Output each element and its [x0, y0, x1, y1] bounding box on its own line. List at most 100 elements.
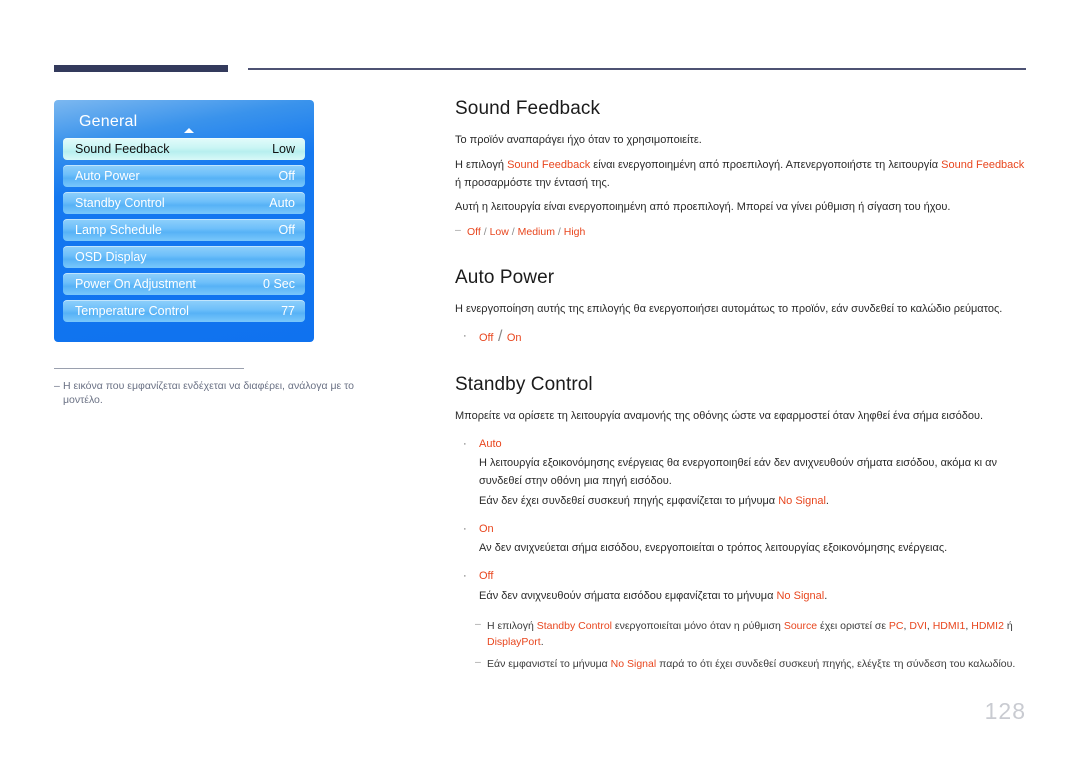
text-fragment: ενεργοποιείται μόνο όταν η ρύθμιση: [612, 619, 784, 632]
header-rule-thin: [248, 68, 1026, 70]
bullet-marker: ·: [463, 330, 467, 343]
osd-row-value: Auto: [269, 196, 295, 210]
page-title-sound-feedback: Sound Feedback: [455, 98, 601, 119]
osd-row-auto-power[interactable]: Auto Power Off: [63, 165, 305, 187]
text-fragment: Η επιλογή: [455, 158, 508, 171]
standby-control-subnotes: – Η επιλογή Standby Control ενεργοποιείτ…: [455, 618, 1027, 673]
highlight-term: DisplayPort: [487, 635, 541, 648]
highlight-term: Source: [783, 619, 818, 632]
note-no-signal-troubleshoot: – Εάν εμφανιστεί το μήνυμα No Signal παρ…: [475, 656, 1027, 672]
text-fragment: έχει οριστεί σε: [817, 619, 889, 632]
osd-menu-panel: General Sound Feedback Low Auto Power Of…: [54, 100, 314, 342]
text-fragment: είναι ενεργοποιημένη από προεπιλογή. Απε…: [590, 158, 942, 171]
osd-row-value: Off: [278, 223, 295, 237]
section-sound-feedback: Sound Feedback Το προϊόν αναπαράγει ήχο …: [455, 98, 1027, 241]
option-value: Off: [467, 226, 481, 239]
osd-row-osd-display[interactable]: OSD Display: [63, 246, 305, 268]
option-value: On: [506, 332, 522, 345]
bullet-content: Off / On: [479, 328, 1027, 348]
osd-row-lamp-schedule[interactable]: Lamp Schedule Off: [63, 219, 305, 241]
osd-row-standby-control[interactable]: Standby Control Auto: [63, 192, 305, 214]
text-fragment: Εάν δεν έχει συνδεθεί συσκευή πηγής εμφα…: [479, 494, 779, 507]
option-value: Auto: [479, 437, 502, 450]
text-fragment: Εάν δεν ανιχνευθούν σήματα εισόδου εμφαν…: [479, 589, 777, 602]
paragraph: Αυτή η λειτουργία είναι ενεργοποιημένη α…: [455, 201, 951, 214]
header-rule-thick: [54, 65, 228, 72]
osd-row-label: Power On Adjustment: [75, 277, 196, 291]
option-separator: /: [557, 226, 561, 239]
dash-marker: –: [54, 380, 60, 392]
section-auto-power: Auto Power Η ενεργοποίηση αυτής της επιλ…: [455, 267, 1027, 348]
bullet-content: Auto Η λειτουργία εξοικονόμησης ενέργεια…: [479, 436, 1027, 511]
caption-divider: [54, 368, 244, 369]
highlight-term: Sound Feedback: [941, 158, 1025, 171]
osd-row-temperature-control[interactable]: Temperature Control 77: [63, 300, 305, 322]
option-value: High: [563, 226, 586, 239]
bullet-content: Off Εάν δεν ανιχνευθούν σήματα εισόδου ε…: [479, 568, 1027, 605]
dash-marker: –: [475, 656, 481, 669]
note-options-sound-feedback: – Off / Low / Medium / High: [455, 224, 1027, 240]
option-value: Off: [479, 332, 494, 345]
text-fragment: .: [540, 635, 544, 648]
note-source-requirement: – Η επιλογή Standby Control ενεργοποιείτ…: [475, 618, 1027, 651]
note-text: Εάν εμφανιστεί το μήνυμα No Signal παρά …: [487, 656, 1027, 672]
bullet-marker: ·: [463, 522, 467, 535]
paragraph: Αν δεν ανιχνεύεται σήμα εισόδου, ενεργοπ…: [479, 542, 948, 555]
osd-row-value: 77: [281, 304, 295, 318]
text-fragment: ή: [1003, 619, 1013, 632]
dash-marker: –: [455, 224, 461, 237]
osd-row-value: Off: [278, 169, 295, 183]
osd-row-label: Lamp Schedule: [75, 223, 162, 237]
osd-row-label: OSD Display: [75, 250, 147, 264]
osd-row-power-on-adjustment[interactable]: Power On Adjustment 0 Sec: [63, 273, 305, 295]
option-separator: /: [497, 328, 503, 346]
text-fragment: παρά το ότι έχει συνδεθεί συσκευή πηγής,…: [656, 658, 1016, 671]
list-item-auto: · Auto Η λειτουργία εξοικονόμησης ενέργε…: [455, 436, 1027, 511]
bullet-marker: ·: [463, 437, 467, 450]
highlight-term: No Signal: [778, 494, 826, 507]
page-title-auto-power: Auto Power: [455, 266, 555, 288]
paragraph: Εάν δεν έχει συνδεθεί συσκευή πηγής εμφα…: [479, 493, 1027, 511]
option-value: On: [479, 522, 494, 535]
paragraph: Η λειτουργία εξοικονόμησης ενέργειας θα …: [479, 457, 998, 488]
highlight-term: Sound Feedback: [507, 158, 591, 171]
osd-row-sound-feedback[interactable]: Sound Feedback Low: [63, 138, 305, 160]
section-standby-control: Standby Control Μπορείτε να ορίσετε τη λ…: [455, 374, 1027, 672]
body-content-column: Sound Feedback Το προϊόν αναπαράγει ήχο …: [455, 98, 1027, 672]
chevron-up-icon: [184, 128, 194, 133]
osd-row-label: Sound Feedback: [75, 142, 170, 156]
highlight-term: DVI: [909, 619, 927, 632]
paragraph: Μπορείτε να ορίσετε τη λειτουργία αναμον…: [455, 409, 984, 422]
bullet-marker: ·: [463, 570, 467, 583]
option-value: Medium: [517, 226, 555, 239]
text-fragment: Εάν εμφανιστεί το μήνυμα: [487, 658, 611, 671]
note-text: Η επιλογή Standby Control ενεργοποιείται…: [487, 618, 1027, 651]
bullet-options-auto-power: · Off / On: [455, 328, 1027, 348]
option-separator: /: [483, 226, 487, 239]
option-separator: /: [511, 226, 515, 239]
bullet-content: On Αν δεν ανιχνεύεται σήμα εισόδου, ενερ…: [479, 521, 1027, 558]
osd-menu-list: Sound Feedback Low Auto Power Off Standb…: [63, 138, 305, 322]
osd-illustration-column: General Sound Feedback Low Auto Power Of…: [54, 100, 394, 407]
paragraph: Η επιλογή Sound Feedback είναι ενεργοποι…: [455, 157, 1027, 193]
text-fragment: Η επιλογή: [487, 619, 537, 632]
text-fragment: ή προσαρμόστε την έντασή της.: [455, 176, 610, 189]
text-fragment: .: [825, 494, 829, 507]
highlight-term: No Signal: [610, 658, 657, 671]
list-item-on: · On Αν δεν ανιχνεύεται σήμα εισόδου, εν…: [455, 521, 1027, 558]
osd-row-label: Temperature Control: [75, 304, 189, 318]
option-value: Off: [479, 570, 494, 583]
dash-marker: –: [475, 617, 481, 630]
text-fragment: .: [824, 589, 828, 602]
page-number: 128: [984, 698, 1026, 724]
page-title-standby-control: Standby Control: [455, 373, 593, 395]
note-text: Off / Low / Medium / High: [467, 224, 1027, 240]
paragraph: Εάν δεν ανιχνευθούν σήματα εισόδου εμφαν…: [479, 588, 1027, 606]
osd-caption-note: – Η εικόνα που εμφανίζεται ενδέχεται να …: [54, 379, 394, 407]
caption-text: Η εικόνα που εμφανίζεται ενδέχεται να δι…: [63, 380, 354, 407]
osd-row-label: Auto Power: [75, 169, 140, 183]
highlight-term: PC: [888, 619, 904, 632]
header-rules: [54, 64, 1026, 76]
highlight-term: HDMI1: [932, 619, 966, 632]
paragraph: Το προϊόν αναπαράγει ήχο όταν το χρησιμο…: [455, 134, 702, 146]
